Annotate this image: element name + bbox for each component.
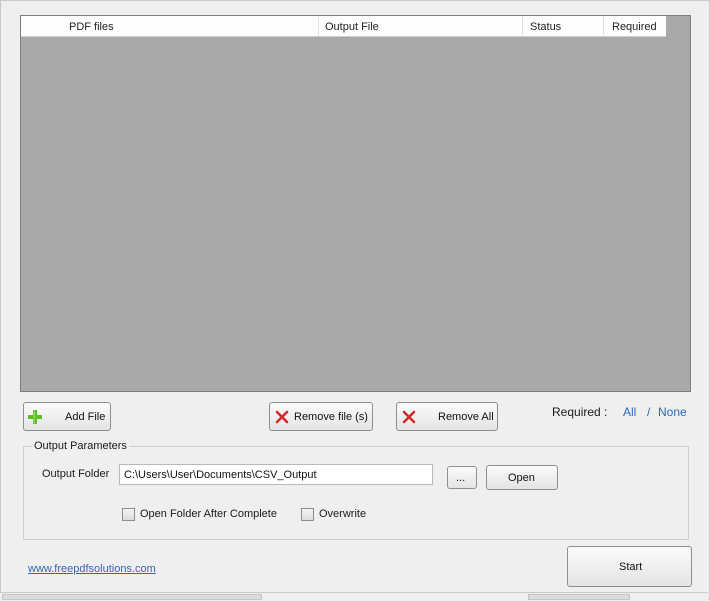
- add-file-label: Add File: [65, 410, 106, 423]
- browse-button[interactable]: ...: [447, 466, 477, 489]
- add-file-button[interactable]: Add File: [23, 402, 111, 431]
- select-separator: /: [647, 405, 651, 419]
- output-parameters-legend: Output Parameters: [32, 440, 129, 452]
- file-grid[interactable]: PDF files Output File Status Required: [20, 15, 691, 392]
- overwrite-checkbox[interactable]: [301, 508, 314, 521]
- status-segment: [528, 594, 630, 600]
- column-header-status[interactable]: Status: [530, 21, 561, 33]
- open-folder-label: Open: [508, 471, 535, 484]
- column-divider: [603, 16, 604, 36]
- website-link[interactable]: www.freepdfsolutions.com: [28, 563, 156, 575]
- open-after-complete-checkbox[interactable]: [122, 508, 135, 521]
- status-segment: [2, 594, 262, 600]
- open-after-complete-label: Open Folder After Complete: [140, 508, 277, 520]
- column-header-output-file[interactable]: Output File: [325, 21, 379, 33]
- x-icon: [402, 410, 416, 424]
- start-button[interactable]: Start: [567, 546, 692, 587]
- column-header-required[interactable]: Required: [612, 21, 657, 33]
- select-all-link[interactable]: All: [623, 405, 636, 419]
- x-icon: [275, 410, 289, 424]
- remove-all-label: Remove All: [438, 410, 494, 423]
- output-folder-input[interactable]: [119, 464, 433, 485]
- column-divider: [318, 16, 319, 36]
- remove-file-button[interactable]: Remove file (s): [269, 402, 373, 431]
- column-divider: [522, 16, 523, 36]
- output-parameters-group: [23, 446, 689, 540]
- select-none-link[interactable]: None: [658, 405, 687, 419]
- grid-header: PDF files Output File Status Required: [21, 16, 666, 37]
- browse-label: ...: [456, 471, 466, 484]
- required-label: Required :: [552, 405, 608, 419]
- column-header-pdf-files[interactable]: PDF files: [69, 21, 114, 33]
- app-window: PDF files Output File Status Required Ad…: [0, 0, 710, 600]
- remove-file-label: Remove file (s): [294, 410, 368, 423]
- start-label: Start: [619, 560, 643, 573]
- remove-all-button[interactable]: Remove All: [396, 402, 498, 431]
- output-folder-label: Output Folder: [42, 468, 110, 480]
- plus-icon: [27, 409, 43, 425]
- open-folder-button[interactable]: Open: [486, 465, 558, 490]
- overwrite-label: Overwrite: [319, 508, 367, 520]
